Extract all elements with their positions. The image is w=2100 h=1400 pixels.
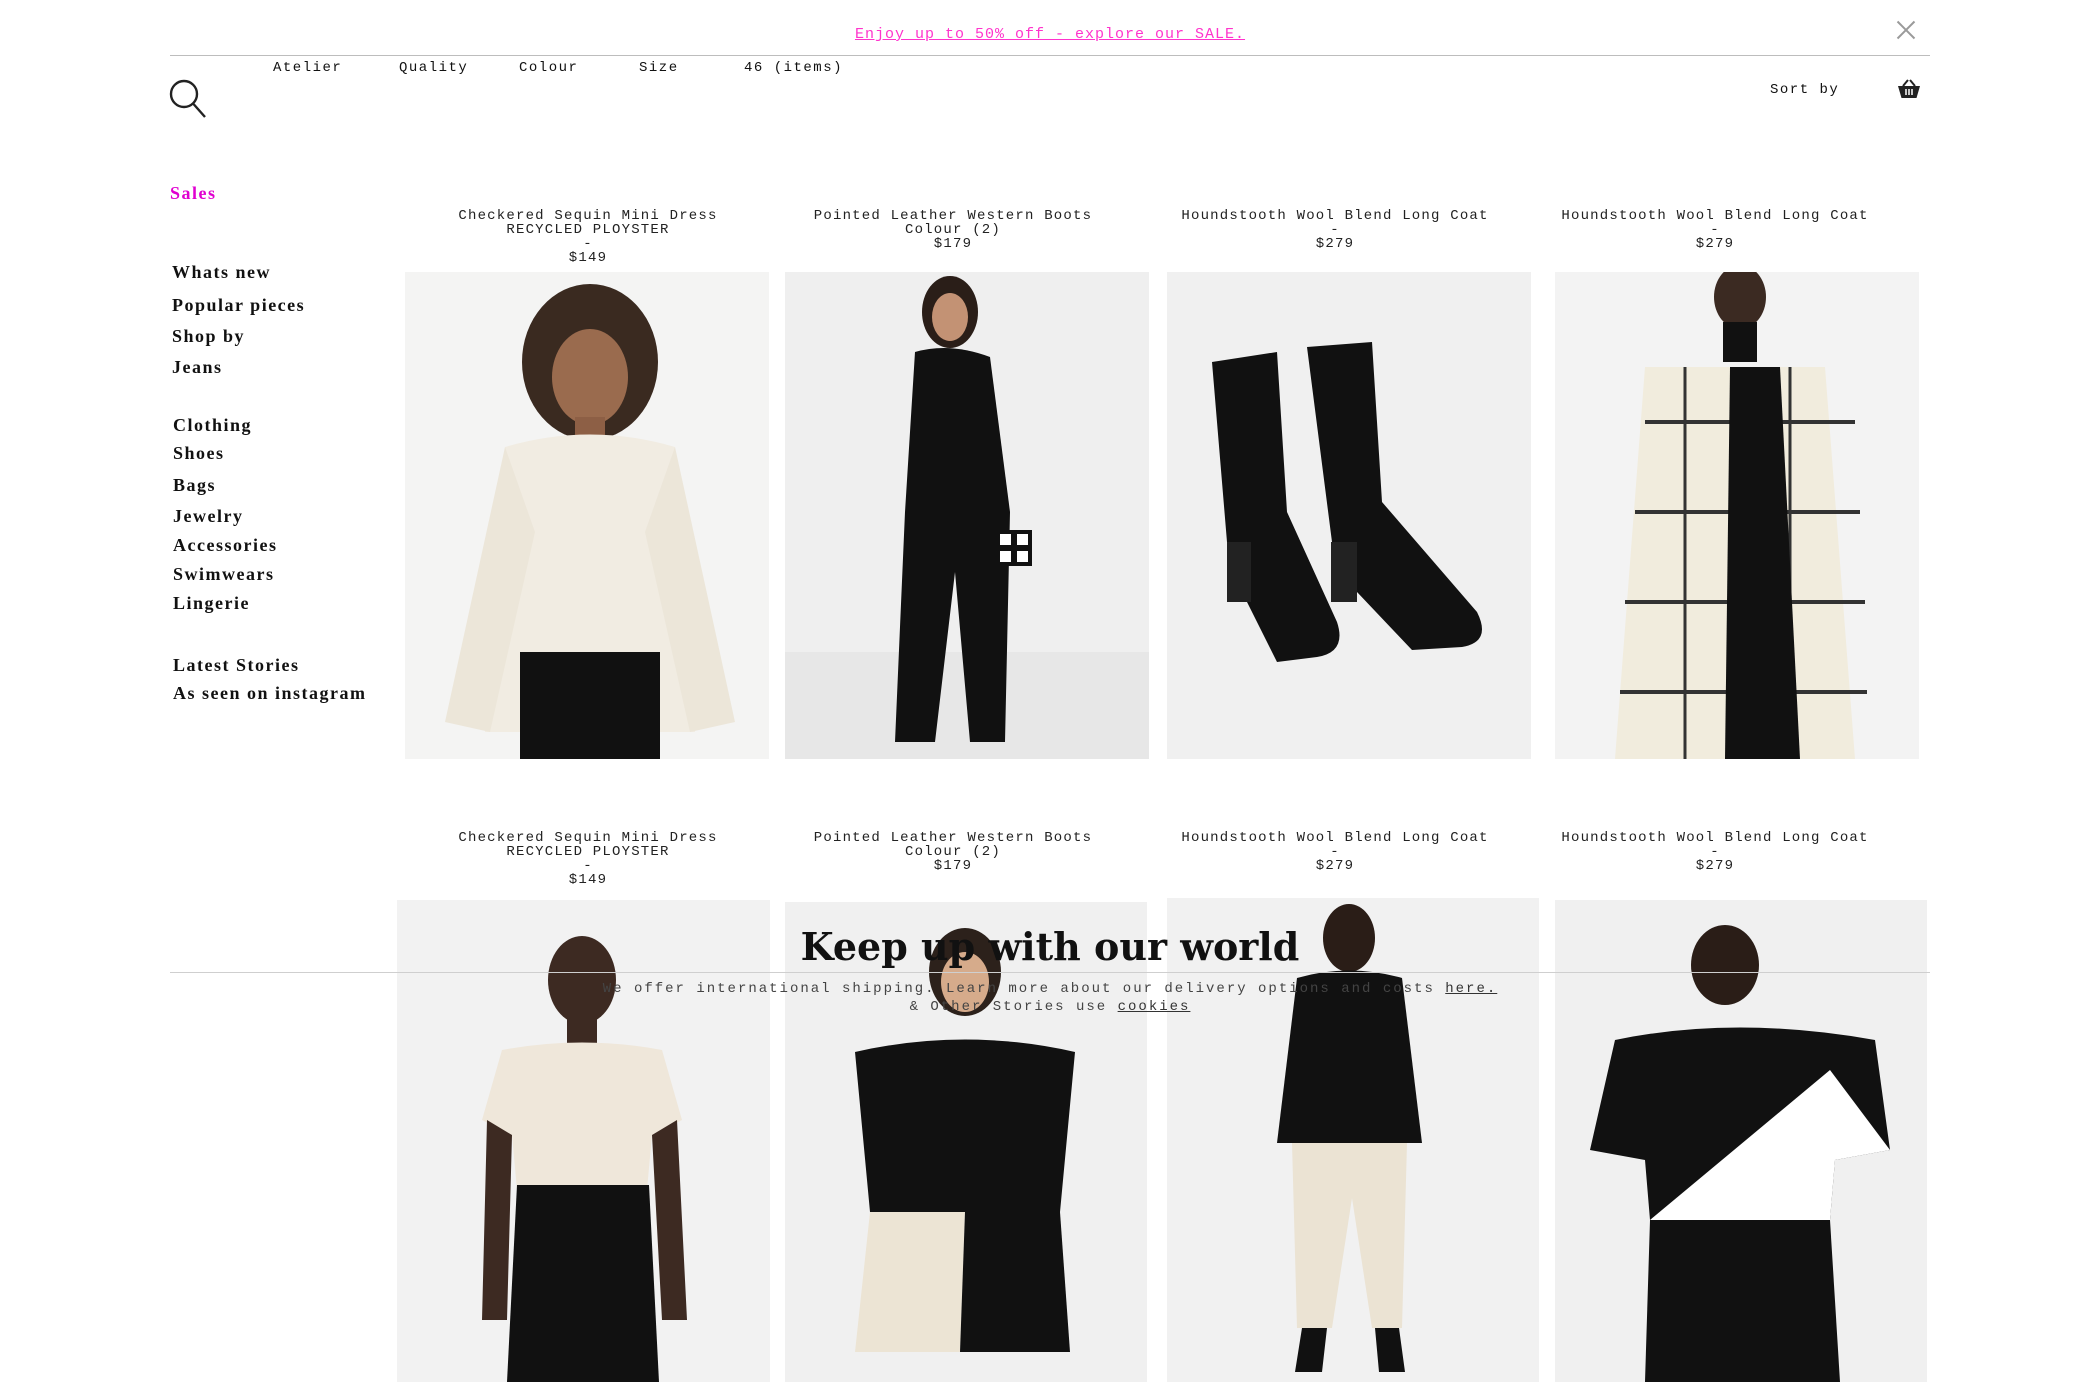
product-name: Pointed Leather Western Boots — [813, 208, 1093, 224]
product-name: Houndstooth Wool Blend Long Coat — [1181, 208, 1489, 224]
sort-by-button[interactable]: Sort by — [1770, 82, 1839, 98]
product-separator: - — [1710, 844, 1720, 860]
product-price: $279 — [1695, 236, 1735, 252]
sidebar-item-popular-pieces[interactable]: Popular pieces — [172, 295, 305, 316]
sidebar-item-accessories[interactable]: Accessories — [173, 535, 277, 556]
product-image[interactable] — [1167, 272, 1531, 759]
sidebar-item-swimwears[interactable]: Swimwears — [173, 564, 275, 585]
product-separator: - — [583, 236, 593, 252]
search-icon[interactable] — [168, 78, 208, 120]
sidebar-item-latest-stories[interactable]: Latest Stories — [173, 655, 299, 676]
sidebar-item-lingerie[interactable]: Lingerie — [173, 593, 250, 614]
divider — [170, 55, 1930, 56]
product-image[interactable] — [405, 272, 769, 759]
product-price: $279 — [1315, 236, 1355, 252]
product-name: Checkered Sequin Mini Dress — [458, 830, 718, 846]
product-colours: Colour (2) — [904, 844, 1001, 860]
sidebar-item-instagram[interactable]: As seen on instagram — [173, 683, 367, 704]
product-separator: - — [1330, 222, 1340, 238]
close-icon[interactable] — [1894, 18, 1918, 42]
sidebar-item-jeans[interactable]: Jeans — [172, 357, 223, 378]
product-image[interactable] — [1555, 272, 1919, 759]
product-price: $179 — [933, 236, 973, 252]
filter-size[interactable]: Size — [639, 60, 679, 76]
sidebar-item-sales[interactable]: Sales — [170, 183, 217, 204]
sidebar-item-jewelry[interactable]: Jewelry — [173, 506, 243, 527]
cookie-text: & Other Stories use — [909, 999, 1108, 1015]
shipping-info: We offer international shipping. Learn m… — [0, 981, 2100, 997]
product-price: $149 — [568, 250, 608, 266]
product-name: Pointed Leather Western Boots — [813, 830, 1093, 846]
product-title[interactable]: Pointed Leather Western Boots Colour (2)… — [763, 209, 1143, 251]
product-title[interactable]: Houndstooth Wool Blend Long Coat - $279 — [1525, 831, 1905, 873]
product-material: RECYCLED PLOYSTER — [506, 222, 670, 238]
product-title[interactable]: Checkered Sequin Mini Dress RECYCLED PLO… — [398, 209, 778, 265]
product-price: $279 — [1695, 858, 1735, 874]
filter-quality[interactable]: Quality — [399, 60, 468, 76]
product-title[interactable]: Pointed Leather Western Boots Colour (2)… — [763, 831, 1143, 873]
sidebar-item-whats-new[interactable]: Whats new — [172, 262, 271, 283]
shipping-link[interactable]: here. — [1445, 981, 1497, 997]
promo-banner: Enjoy up to 50% off - explore our SALE. — [0, 26, 2100, 43]
product-price: $179 — [933, 858, 973, 874]
product-title[interactable]: Houndstooth Wool Blend Long Coat - $279 — [1145, 831, 1525, 873]
product-price: $149 — [568, 872, 608, 888]
product-title[interactable]: Houndstooth Wool Blend Long Coat - $279 — [1525, 209, 1905, 251]
product-material: RECYCLED PLOYSTER — [506, 844, 670, 860]
divider — [170, 972, 1930, 973]
sidebar-item-clothing[interactable]: Clothing — [173, 415, 252, 436]
product-image[interactable] — [1167, 898, 1539, 1382]
cookie-notice: & Other Stories use cookies — [0, 999, 2100, 1015]
product-title[interactable]: Checkered Sequin Mini Dress RECYCLED PLO… — [398, 831, 778, 887]
promo-link[interactable]: Enjoy up to 50% off - explore our SALE. — [855, 26, 1245, 43]
sidebar-item-shoes[interactable]: Shoes — [173, 443, 225, 464]
product-image[interactable] — [785, 272, 1149, 759]
product-colours: Colour (2) — [904, 222, 1001, 238]
item-count: 46 (items) — [744, 60, 844, 76]
product-separator: - — [1710, 222, 1720, 238]
sidebar-item-bags[interactable]: Bags — [173, 475, 216, 496]
product-name: Houndstooth Wool Blend Long Coat — [1561, 830, 1869, 846]
sidebar-item-shop-by[interactable]: Shop by — [172, 326, 245, 347]
basket-icon[interactable] — [1896, 78, 1922, 100]
product-separator: - — [1330, 844, 1340, 860]
shipping-text: We offer international shipping. Learn m… — [602, 981, 1435, 997]
product-name: Houndstooth Wool Blend Long Coat — [1181, 830, 1489, 846]
filter-atelier[interactable]: Atelier — [273, 60, 342, 76]
product-title[interactable]: Houndstooth Wool Blend Long Coat - $279 — [1145, 209, 1525, 251]
filter-colour[interactable]: Colour — [519, 60, 578, 76]
cookies-link[interactable]: cookies — [1118, 999, 1191, 1015]
newsletter-title: Keep up with our world — [800, 924, 1300, 969]
product-image[interactable] — [785, 902, 1147, 1382]
product-name: Houndstooth Wool Blend Long Coat — [1561, 208, 1869, 224]
product-separator: - — [583, 858, 593, 874]
product-price: $279 — [1315, 858, 1355, 874]
product-name: Checkered Sequin Mini Dress — [458, 208, 718, 224]
